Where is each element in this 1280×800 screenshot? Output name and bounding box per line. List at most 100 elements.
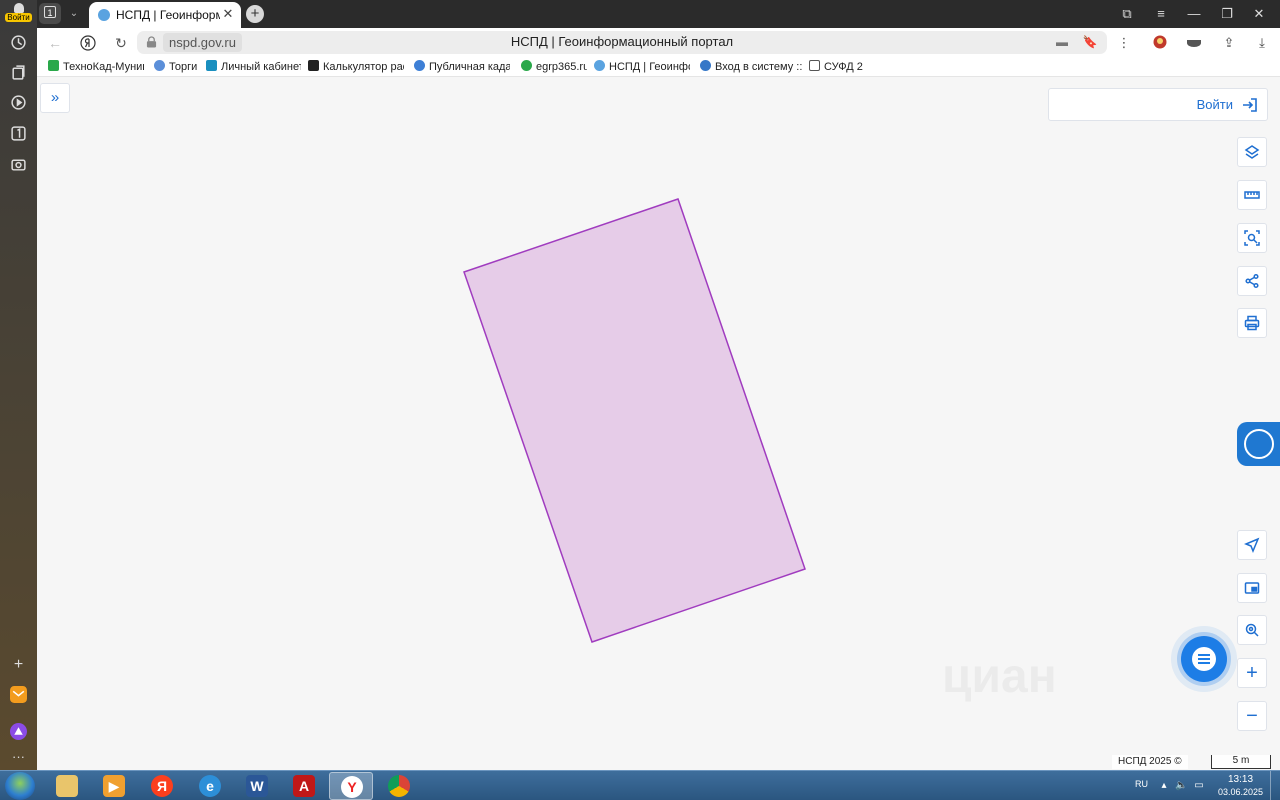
search-location-icon — [1245, 623, 1259, 637]
reader-mode-icon[interactable]: ▬ — [1054, 34, 1070, 50]
taskbar-acrobat[interactable]: A — [282, 772, 326, 800]
tab-title: НСПД | Геоинформаци — [116, 8, 220, 22]
area-select-icon — [1244, 230, 1260, 246]
windows-taskbar: ▶ Я e W A Y RU ▴ 🔈 ▭ 13:13 03.06.2025 — [0, 770, 1280, 800]
locate-button[interactable] — [1237, 530, 1267, 560]
play-icon[interactable] — [10, 94, 27, 111]
document-icon — [809, 60, 820, 71]
start-button[interactable] — [5, 772, 35, 800]
restore-icon[interactable]: ❐ — [1215, 4, 1239, 24]
bookmark-favicon-icon — [414, 60, 425, 71]
bookmark-item[interactable]: Калькулятор расч — [308, 60, 404, 74]
history-icon[interactable] — [10, 34, 27, 51]
share-button[interactable] — [1237, 266, 1267, 296]
chevron-down-icon[interactable]: ⌄ — [65, 4, 83, 24]
bookmark-label: Вход в систему :: — [715, 61, 802, 73]
extension-icon[interactable] — [1151, 34, 1169, 52]
bookmark-favicon-icon — [521, 60, 532, 71]
expand-panel-button[interactable]: » — [40, 83, 70, 113]
bookmark-icon[interactable]: 🔖 — [1082, 34, 1098, 50]
search-location-button[interactable] — [1237, 615, 1267, 645]
login-icon — [1241, 96, 1259, 114]
language-indicator[interactable]: RU — [1135, 779, 1148, 789]
zoom-in-button[interactable]: + — [1237, 658, 1267, 688]
taskbar-chrome[interactable] — [377, 772, 421, 800]
bookmark-item[interactable]: НСПД | Геоинфор — [594, 60, 690, 74]
reload-icon[interactable]: ↻ — [110, 32, 132, 54]
taskbar-yandex-browser[interactable]: Y — [329, 772, 373, 800]
bookmark-item[interactable]: Торги — [154, 60, 198, 74]
map-login-label: Войти — [1196, 97, 1233, 112]
map-scale-bar: 5 m — [1211, 755, 1271, 769]
tab-nspd[interactable]: НСПД | Геоинформаци ✕ — [89, 2, 241, 28]
parcel-layer — [463, 198, 806, 643]
bookmark-favicon-icon — [154, 60, 165, 71]
ruler-button[interactable] — [1237, 180, 1267, 210]
taskbar-word[interactable]: W — [235, 772, 279, 800]
bookmark-favicon-icon — [594, 60, 605, 71]
show-desktop-button[interactable] — [1270, 771, 1280, 800]
nspd-favicon-icon — [98, 9, 110, 21]
tab-counter-button[interactable]: 1 — [39, 3, 61, 24]
more-icon[interactable]: ··· — [10, 748, 27, 765]
share-page-icon[interactable]: ⇪ — [1220, 34, 1238, 52]
new-tab-button[interactable]: + — [246, 5, 264, 23]
zoom-out-button[interactable]: − — [1237, 701, 1267, 731]
volume-icon[interactable]: 🔈 — [1175, 780, 1187, 792]
feedback-button[interactable] — [1237, 422, 1280, 466]
land-parcel-polygon[interactable] — [463, 198, 806, 643]
one-icon[interactable] — [10, 125, 27, 142]
sync-icon[interactable]: ⧉ — [1115, 4, 1139, 24]
layers-button[interactable] — [1237, 137, 1267, 167]
bookmark-item[interactable]: Личный кабинет — [206, 60, 301, 74]
protect-icon[interactable] — [1185, 34, 1203, 52]
bookmark-item[interactable]: Публичная кадас — [414, 60, 510, 74]
address-bar[interactable]: nspd.gov.ru НСПД | Геоинформационный пор… — [137, 31, 1107, 54]
menu-icon[interactable]: ≡ — [1149, 4, 1173, 24]
camera-icon[interactable] — [10, 156, 27, 173]
bookmark-label: СУФД 2 — [824, 61, 863, 73]
yandex-logo-icon[interactable] — [77, 32, 99, 54]
tray-arrow-icon[interactable]: ▴ — [1158, 780, 1170, 792]
map-viewport[interactable]: циан » Войти + − НСПД 2025 © 5 m — [37, 77, 1280, 770]
taskbar-media-player[interactable]: ▶ — [92, 772, 136, 800]
taskbar-internet-explorer[interactable]: e — [188, 772, 232, 800]
mail-app-icon[interactable] — [10, 686, 27, 703]
bookmark-label: Публичная кадас — [429, 61, 510, 73]
ruler-icon — [1244, 191, 1260, 199]
bookmark-item[interactable]: СУФД 2 — [809, 60, 869, 74]
area-select-button[interactable] — [1237, 223, 1267, 253]
print-icon — [1244, 315, 1260, 331]
share-icon — [1245, 273, 1259, 289]
plus-icon[interactable]: + — [10, 656, 27, 673]
profile-login-button[interactable]: Войти — [5, 3, 32, 23]
download-icon[interactable]: ⤓ — [1253, 34, 1271, 52]
bookmark-item[interactable]: egrp365.ru — [521, 60, 587, 74]
alice-icon[interactable] — [10, 723, 27, 740]
minimap-button[interactable] — [1237, 573, 1267, 603]
collections-icon[interactable] — [10, 64, 27, 81]
minimap-icon — [1244, 582, 1260, 594]
locate-icon — [1244, 537, 1260, 553]
taskbar-explorer[interactable] — [45, 772, 89, 800]
bookmark-label: Личный кабинет — [221, 61, 301, 73]
close-tab-icon[interactable]: ✕ — [221, 6, 235, 22]
taskbar-yandex[interactable]: Я — [140, 772, 184, 800]
yandex-browser-icon: Y — [341, 776, 363, 798]
network-icon[interactable]: ▭ — [1193, 780, 1205, 792]
bookmark-favicon-icon — [206, 60, 217, 71]
map-login-button[interactable]: Войти — [1048, 88, 1268, 121]
bookmark-favicon-icon — [308, 60, 319, 71]
print-button[interactable] — [1237, 308, 1267, 338]
more-vertical-icon[interactable]: ⋮ — [1115, 34, 1133, 52]
person-icon — [13, 3, 24, 13]
chat-button[interactable] — [1181, 636, 1227, 682]
clock-time[interactable]: 13:13 — [1228, 774, 1253, 785]
bookmark-item[interactable]: ТехноКад-Муници — [48, 60, 144, 74]
close-window-icon[interactable]: ✕ — [1247, 4, 1271, 24]
clock-date[interactable]: 03.06.2025 — [1218, 787, 1263, 797]
bookmark-item[interactable]: Вход в систему :: — [700, 60, 802, 74]
minimize-icon[interactable]: — — [1182, 4, 1206, 24]
back-icon[interactable]: ← — [44, 32, 66, 54]
media-player-icon: ▶ — [103, 775, 125, 797]
